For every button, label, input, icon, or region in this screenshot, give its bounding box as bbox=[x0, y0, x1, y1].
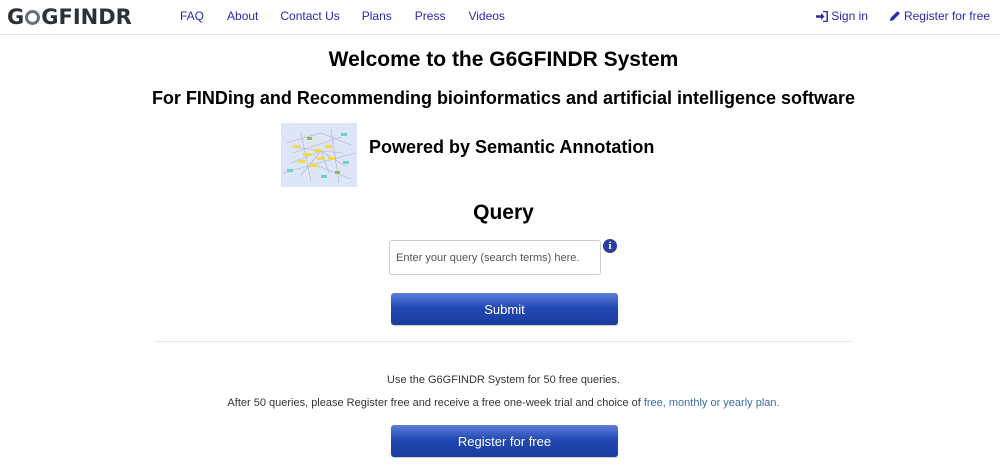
trial-text-body: After 50 queries, please Register free a… bbox=[227, 397, 644, 409]
divider bbox=[155, 341, 852, 342]
nav-about[interactable]: About bbox=[227, 9, 258, 23]
register-label: Register for free bbox=[903, 9, 990, 23]
logo-ring-icon bbox=[25, 9, 41, 25]
nav-right: Sign in Register for free bbox=[816, 9, 990, 23]
semantic-network-image bbox=[281, 123, 357, 187]
nav-links: FAQ About Contact Us Plans Press Videos bbox=[168, 9, 505, 23]
nav-contact-us[interactable]: Contact Us bbox=[280, 9, 339, 23]
register-for-free-button[interactable]: Register for free bbox=[391, 425, 618, 457]
info-icon[interactable]: i bbox=[603, 239, 617, 253]
nav-faq[interactable]: FAQ bbox=[180, 9, 204, 23]
submit-button[interactable]: Submit bbox=[391, 293, 618, 325]
sign-in-label: Sign in bbox=[831, 9, 868, 23]
logo-text-g: G bbox=[7, 5, 25, 29]
logo-text-gfindr: GFINDR bbox=[41, 5, 132, 29]
page-subtitle: For FINDing and Recommending bioinformat… bbox=[151, 88, 856, 108]
query-input[interactable] bbox=[389, 240, 601, 275]
trial-text: After 50 queries, please Register free a… bbox=[0, 397, 1000, 409]
page-title: Welcome to the G6GFINDR System bbox=[328, 48, 679, 71]
nav-press[interactable]: Press bbox=[415, 9, 446, 23]
g6gfindr-logo[interactable]: G GFINDR bbox=[7, 5, 132, 29]
nav-videos[interactable]: Videos bbox=[468, 9, 504, 23]
query-heading: Query bbox=[473, 201, 534, 224]
plans-link[interactable]: free, monthly or yearly plan. bbox=[644, 397, 780, 409]
free-queries-text: Use the G6GFINDR System for 50 free quer… bbox=[387, 374, 620, 386]
navbar: G GFINDR FAQ About Contact Us Plans Pres… bbox=[0, 0, 1000, 35]
sign-in-icon bbox=[816, 10, 829, 22]
powered-by-heading: Powered by Semantic Annotation bbox=[369, 137, 655, 157]
sign-in-link[interactable]: Sign in bbox=[816, 9, 868, 23]
register-link[interactable]: Register for free bbox=[889, 9, 990, 23]
pencil-icon bbox=[889, 11, 900, 21]
nav-plans[interactable]: Plans bbox=[362, 9, 392, 23]
